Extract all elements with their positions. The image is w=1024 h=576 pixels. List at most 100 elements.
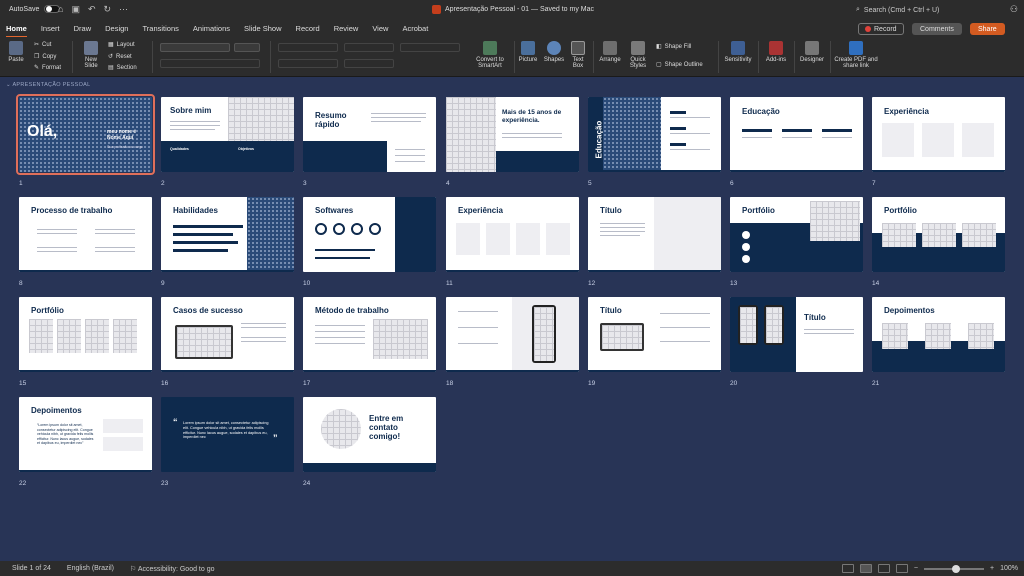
font-name-box[interactable] bbox=[160, 43, 230, 52]
slide-thumbnail-7[interactable]: Experiência bbox=[872, 97, 1005, 172]
font-format-row[interactable] bbox=[160, 59, 260, 68]
comments-button[interactable]: Comments bbox=[912, 23, 962, 35]
tab-design[interactable]: Design bbox=[105, 24, 128, 35]
slide-thumbnail-2[interactable]: Sobre mim Qualidades Objetivos bbox=[161, 97, 294, 172]
section-button[interactable]: ▤ Section bbox=[108, 64, 137, 72]
tab-review[interactable]: Review bbox=[334, 24, 359, 35]
create-pdf-button[interactable]: Create PDF and share link bbox=[834, 41, 878, 69]
zoom-slider[interactable] bbox=[924, 564, 984, 573]
copy-button[interactable]: ❐ Copy bbox=[34, 53, 56, 61]
zoom-in-icon[interactable]: + bbox=[990, 565, 994, 572]
tab-home[interactable]: Home bbox=[6, 24, 27, 38]
accessibility-label: Accessibility: Good to go bbox=[137, 565, 215, 573]
home-icon[interactable]: ⌂ bbox=[58, 4, 63, 15]
paragraph-row-top[interactable] bbox=[278, 43, 338, 52]
slide-thumbnail-5[interactable]: Educação bbox=[588, 97, 721, 172]
slide-thumbnail-1[interactable]: Olá, meu nome é Nome Aqui Sua profissão … bbox=[16, 94, 155, 175]
font-size-box[interactable] bbox=[234, 43, 260, 52]
cut-button[interactable]: ✂ Cut bbox=[34, 41, 51, 49]
zoom-level[interactable]: 100% bbox=[1000, 565, 1018, 572]
search-box[interactable]: ⌕ Search (Cmd + Ctrl + U) bbox=[856, 3, 1016, 17]
slide-thumbnail-16[interactable]: Casos de sucesso bbox=[161, 297, 294, 372]
section-header[interactable]: ⌄ APRESENTAÇÃO PESSOAL bbox=[6, 82, 90, 88]
slide-thumbnail-14[interactable]: Portfólio bbox=[872, 197, 1005, 272]
slide-thumbnail-6[interactable]: Educação bbox=[730, 97, 863, 172]
alignment-row-bottom[interactable] bbox=[344, 59, 394, 68]
shape-outline-button[interactable]: ▢ Shape Outline bbox=[656, 61, 703, 69]
new-slide-button[interactable]: New Slide bbox=[80, 41, 102, 69]
slide-thumbnail-19[interactable]: Título bbox=[588, 297, 721, 372]
quick-styles-button[interactable]: Quick Styles bbox=[626, 41, 650, 69]
slide-thumbnail-3[interactable]: Resumo rápido bbox=[303, 97, 436, 172]
slide-thumbnail-10[interactable]: Softwares bbox=[303, 197, 436, 272]
slide-thumbnail-17[interactable]: Método de trabalho bbox=[303, 297, 436, 372]
tab-animations[interactable]: Animations bbox=[193, 24, 230, 35]
slide-thumbnail-21[interactable]: Depoimentos bbox=[872, 297, 1005, 372]
convert-smartart-button[interactable]: Convert to SmartArt bbox=[470, 41, 510, 69]
reset-button[interactable]: ↺ Reset bbox=[108, 53, 132, 61]
slide-thumbnail-23[interactable]: Lorem ipsum dolor sit amet, consectetur … bbox=[161, 397, 294, 472]
ribbon: Paste ✂ Cut ❐ Copy ✎ Format New Slide ▦ Layo… bbox=[0, 37, 1024, 77]
tab-slide-show[interactable]: Slide Show bbox=[244, 24, 282, 35]
slide-thumbnail-11[interactable]: Experiência bbox=[446, 197, 579, 272]
tab-transitions[interactable]: Transitions bbox=[142, 24, 178, 35]
account-icon[interactable]: ⚇ bbox=[1010, 4, 1018, 15]
shapes-button[interactable]: Shapes bbox=[543, 41, 565, 63]
language-indicator[interactable]: English (Brazil) bbox=[67, 565, 114, 573]
new-slide-label: New Slide bbox=[84, 57, 98, 69]
zoom-slider-knob[interactable] bbox=[952, 564, 960, 573]
shapes-icon bbox=[547, 41, 561, 55]
normal-view-button[interactable] bbox=[841, 564, 854, 573]
format-painter-button[interactable]: ✎ Format bbox=[34, 64, 61, 72]
zoom-out-icon[interactable]: − bbox=[914, 565, 918, 572]
slide-thumbnail-9[interactable]: Habilidades bbox=[161, 197, 294, 272]
document-title[interactable]: Apresentação Pessoal - 01 — Saved to my … bbox=[432, 5, 594, 14]
tab-acrobat[interactable]: Acrobat bbox=[402, 24, 428, 35]
slide-number: 17 bbox=[303, 380, 311, 387]
slide-number: 14 bbox=[872, 280, 880, 287]
arrange-button[interactable]: Arrange bbox=[598, 41, 622, 63]
tab-record[interactable]: Record bbox=[296, 24, 320, 35]
slide-thumbnail-18[interactable] bbox=[446, 297, 579, 372]
picture-button[interactable]: Picture bbox=[518, 41, 538, 63]
layout-button[interactable]: ▦ Layout bbox=[108, 41, 135, 49]
slide-title: Processo de trabalho bbox=[31, 206, 113, 215]
slide-title: Olá, bbox=[27, 123, 58, 140]
slide-thumbnail-24[interactable]: Entre em contato comigo! bbox=[303, 397, 436, 472]
slideshow-view-button[interactable] bbox=[895, 564, 908, 573]
text-box-icon bbox=[571, 41, 585, 55]
more-icon[interactable]: ⋯ bbox=[119, 4, 128, 15]
slide-number: 23 bbox=[161, 480, 169, 487]
slide-thumbnail-4[interactable]: Mais de 15 anos de experiência. bbox=[446, 97, 579, 172]
accessibility-status[interactable]: ⚐ Accessibility: Good to go bbox=[130, 565, 215, 573]
sensitivity-button[interactable]: Sensitivity bbox=[722, 41, 754, 63]
redo-icon[interactable]: ↻ bbox=[104, 4, 112, 15]
designer-button[interactable]: Designer bbox=[798, 41, 826, 63]
accessibility-icon: ⚐ bbox=[130, 565, 138, 573]
alignment-row-top[interactable] bbox=[344, 43, 394, 52]
addins-button[interactable]: Add-ins bbox=[764, 41, 788, 63]
tab-insert[interactable]: Insert bbox=[41, 24, 60, 35]
slide-thumbnail-22[interactable]: Depoimentos “Lorem ipsum dolor sit amet,… bbox=[19, 397, 152, 472]
save-icon[interactable]: ▣ bbox=[71, 4, 80, 15]
record-button[interactable]: Record bbox=[858, 23, 904, 35]
slide-label-b: Objetivos bbox=[238, 147, 254, 151]
paragraph-row-bottom[interactable] bbox=[278, 59, 338, 68]
slide-thumbnail-20[interactable]: Título bbox=[730, 297, 863, 372]
autosave[interactable]: AutoSave bbox=[9, 5, 61, 13]
undo-icon[interactable]: ↶ bbox=[88, 4, 96, 15]
slide-number: 5 bbox=[588, 180, 592, 187]
tab-draw[interactable]: Draw bbox=[74, 24, 92, 35]
slide-thumbnail-15[interactable]: Portfólio bbox=[19, 297, 152, 372]
text-box-button[interactable]: Text Box bbox=[569, 41, 587, 69]
text-direction-row[interactable] bbox=[400, 43, 460, 52]
tab-view[interactable]: View bbox=[372, 24, 388, 35]
share-button[interactable]: Share bbox=[970, 23, 1005, 35]
paste-button[interactable]: Paste bbox=[6, 41, 26, 63]
slide-thumbnail-13[interactable]: Portfólio bbox=[730, 197, 863, 272]
shape-fill-button[interactable]: ◧ Shape Fill bbox=[656, 43, 691, 51]
slide-thumbnail-8[interactable]: Processo de trabalho bbox=[19, 197, 152, 272]
slide-sorter-view-button[interactable] bbox=[859, 564, 872, 573]
reading-view-button[interactable] bbox=[877, 564, 890, 573]
slide-thumbnail-12[interactable]: Título bbox=[588, 197, 721, 272]
